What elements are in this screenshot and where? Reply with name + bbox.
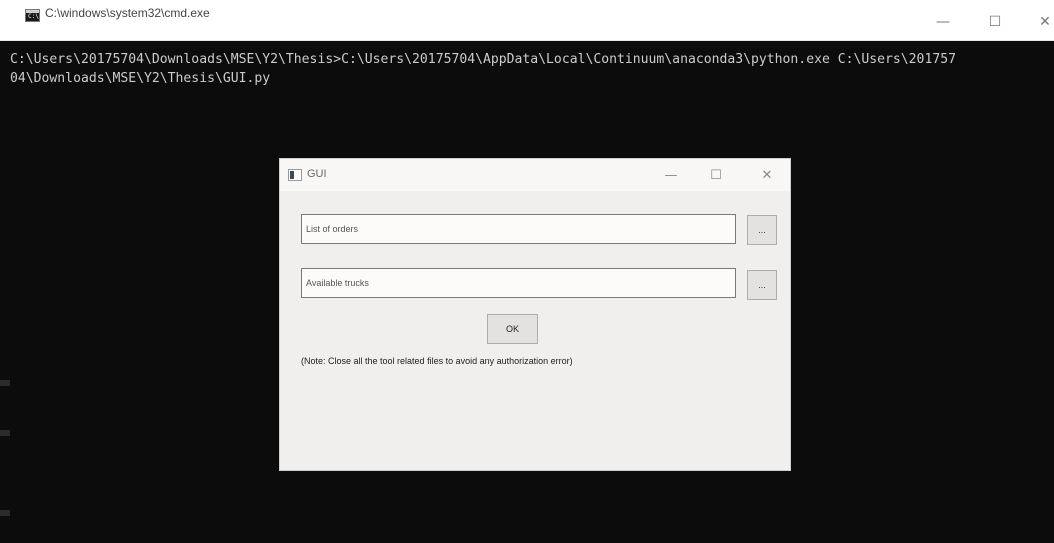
console-icon: C:\ <box>25 9 40 22</box>
console-line: C:\Users\20175704\Downloads\MSE\Y2\Thesi… <box>10 52 956 67</box>
console-edge-mark <box>0 380 10 386</box>
console-line: 04\Downloads\MSE\Y2\Thesis\GUI.py <box>10 71 271 86</box>
console-edge-mark <box>0 430 10 436</box>
gui-dialog: GUI — ☐ ✕ ... ... OK (Note: Close all th… <box>279 158 791 471</box>
authorization-note: (Note: Close all the tool related files … <box>301 356 573 366</box>
gui-maximize-button[interactable]: ☐ <box>696 159 736 191</box>
cmd-minimize-button[interactable]: — <box>920 0 966 40</box>
cmd-window: C:\ C:\windows\system32\cmd.exe — ☐ ✕ C:… <box>0 0 1054 543</box>
console-edge-mark <box>0 510 10 516</box>
browse-trucks-button[interactable]: ... <box>747 270 777 300</box>
gui-titlebar[interactable]: GUI — ☐ ✕ <box>280 159 790 191</box>
gui-minimize-button[interactable]: — <box>651 159 691 191</box>
orders-file-input[interactable] <box>301 214 736 244</box>
cmd-window-title: C:\windows\system32\cmd.exe <box>45 6 210 20</box>
cmd-maximize-button[interactable]: ☐ <box>972 0 1018 40</box>
cmd-titlebar[interactable]: C:\ C:\windows\system32\cmd.exe — ☐ ✕ <box>0 0 1054 41</box>
gui-close-button[interactable]: ✕ <box>747 159 787 191</box>
app-window-icon <box>288 169 302 181</box>
cmd-close-button[interactable]: ✕ <box>1022 0 1054 40</box>
app-window-icon-pane <box>290 171 294 179</box>
trucks-file-input[interactable] <box>301 268 736 298</box>
ok-button[interactable]: OK <box>487 314 538 344</box>
console-icon-text: C:\ <box>28 13 39 20</box>
gui-window-title: GUI <box>307 168 327 180</box>
console-output[interactable]: C:\Users\20175704\Downloads\MSE\Y2\Thesi… <box>10 50 1050 88</box>
browse-orders-button[interactable]: ... <box>747 215 777 245</box>
